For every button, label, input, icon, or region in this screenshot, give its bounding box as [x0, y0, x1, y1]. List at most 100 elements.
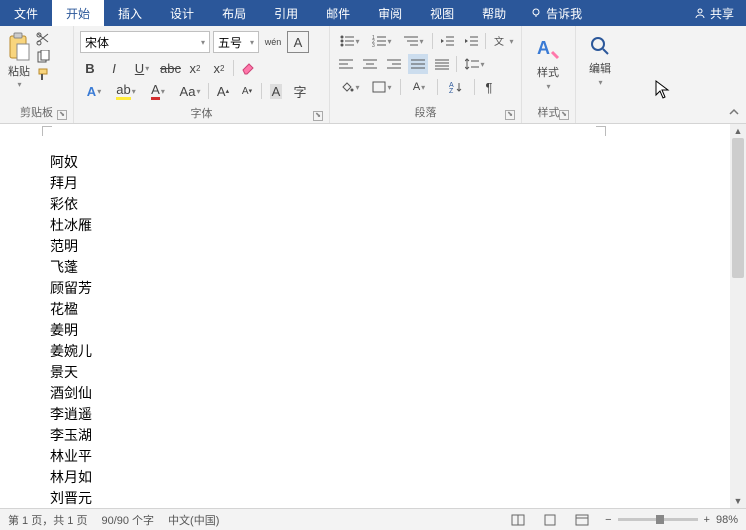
tell-me[interactable]: 告诉我: [520, 0, 592, 26]
scroll-up-button[interactable]: ▲: [734, 124, 743, 138]
zoom-out-button[interactable]: −: [605, 514, 611, 526]
increase-indent-button[interactable]: [461, 31, 481, 51]
word-count[interactable]: 90/90 个字: [101, 512, 154, 528]
tab-view[interactable]: 视图: [416, 0, 468, 26]
zoom-thumb[interactable]: [656, 515, 664, 524]
document-line[interactable]: 林月如: [50, 467, 92, 488]
align-center-button[interactable]: [360, 54, 380, 74]
grow-font-button[interactable]: A▴: [213, 81, 233, 101]
tab-review[interactable]: 审阅: [364, 0, 416, 26]
document-line[interactable]: 彩依: [50, 194, 92, 215]
tab-file[interactable]: 文件: [0, 0, 52, 26]
borders-button[interactable]: ▾: [368, 77, 396, 97]
distribute-button[interactable]: [432, 54, 452, 74]
zoom-level[interactable]: 98%: [716, 514, 738, 526]
borders-icon: [372, 81, 386, 93]
character-border-button[interactable]: A: [287, 31, 309, 53]
align-right-icon: [387, 58, 401, 70]
styles-button[interactable]: A 样式 ▾: [526, 28, 570, 97]
document-line[interactable]: 阿奴: [50, 152, 92, 173]
show-marks-button[interactable]: ¶: [479, 77, 499, 97]
document-line[interactable]: 景天: [50, 362, 92, 383]
document-line[interactable]: 李玉湖: [50, 425, 92, 446]
tab-mailings[interactable]: 邮件: [312, 0, 364, 26]
document-line[interactable]: 飞蓬: [50, 257, 92, 278]
document-line[interactable]: 花楹: [50, 299, 92, 320]
tab-home[interactable]: 开始: [52, 0, 104, 26]
text-direction-button[interactable]: 文▾: [490, 31, 518, 51]
document-line[interactable]: 范明: [50, 236, 92, 257]
tell-me-label: 告诉我: [546, 5, 582, 22]
document-line[interactable]: 李逍遥: [50, 404, 92, 425]
font-color-button[interactable]: A▾: [144, 81, 172, 101]
clipboard-launcher[interactable]: ⬊: [57, 110, 67, 120]
superscript-button[interactable]: x2: [209, 58, 229, 78]
web-layout-button[interactable]: [573, 512, 591, 528]
document-line[interactable]: 杜冰雁: [50, 215, 92, 236]
shrink-font-button[interactable]: A▾: [237, 81, 257, 101]
scroll-thumb[interactable]: [732, 138, 744, 278]
page-indicator[interactable]: 第 1 页，共 1 页: [8, 512, 87, 528]
clear-formatting-button[interactable]: [238, 58, 258, 78]
styles-label: 样式: [537, 64, 559, 80]
copy-button[interactable]: [36, 50, 52, 64]
zoom-in-button[interactable]: +: [704, 514, 710, 526]
document-line[interactable]: 林业平: [50, 446, 92, 467]
svg-text:文: 文: [494, 35, 504, 47]
tab-design[interactable]: 设计: [156, 0, 208, 26]
text-effects-button[interactable]: A▾: [80, 81, 108, 101]
scroll-down-button[interactable]: ▼: [734, 494, 743, 508]
phonetic-guide-button[interactable]: wén: [262, 31, 284, 53]
tab-references[interactable]: 引用: [260, 0, 312, 26]
document-line[interactable]: 姜明: [50, 320, 92, 341]
character-shading-button[interactable]: 字: [290, 81, 310, 101]
align-right-button[interactable]: [384, 54, 404, 74]
read-mode-button[interactable]: [509, 512, 527, 528]
line-spacing-button[interactable]: ▾: [461, 54, 489, 74]
document-line[interactable]: 刘晋元: [50, 488, 92, 508]
font-launcher[interactable]: ⬊: [313, 111, 323, 121]
collapse-ribbon-button[interactable]: [728, 106, 740, 118]
document-line[interactable]: 顾留芳: [50, 278, 92, 299]
paste-button[interactable]: 粘贴 ▾: [6, 32, 32, 89]
tab-help[interactable]: 帮助: [468, 0, 520, 26]
cut-button[interactable]: [36, 32, 52, 46]
italic-button[interactable]: I: [104, 58, 124, 78]
font-size-value: 五号: [218, 34, 242, 51]
numbering-button[interactable]: 123▾: [368, 31, 396, 51]
editing-button[interactable]: 编辑 ▾: [580, 28, 620, 93]
justify-button[interactable]: [408, 54, 428, 74]
document-area[interactable]: 阿奴拜月彩依杜冰雁范明飞蓬顾留芳花楹姜明姜婉儿景天酒剑仙李逍遥李玉湖林业平林月如…: [0, 124, 746, 508]
document-line[interactable]: 酒剑仙: [50, 383, 92, 404]
decrease-indent-button[interactable]: [437, 31, 457, 51]
share-button[interactable]: 共享: [682, 0, 746, 26]
document-line[interactable]: 拜月: [50, 173, 92, 194]
font-name-combo[interactable]: 宋体▾: [80, 31, 210, 53]
paragraph-launcher[interactable]: ⬊: [505, 110, 515, 120]
underline-button[interactable]: U▾: [128, 58, 156, 78]
highlight-button[interactable]: ab▾: [112, 81, 140, 101]
styles-launcher[interactable]: ⬊: [559, 110, 569, 120]
tab-insert[interactable]: 插入: [104, 0, 156, 26]
asian-layout-button[interactable]: A▾: [405, 77, 433, 97]
vertical-scrollbar[interactable]: ▲ ▼: [730, 124, 746, 508]
document-text[interactable]: 阿奴拜月彩依杜冰雁范明飞蓬顾留芳花楹姜明姜婉儿景天酒剑仙李逍遥李玉湖林业平林月如…: [50, 152, 92, 508]
format-painter-button[interactable]: [36, 68, 52, 82]
sort-button[interactable]: AZ: [442, 77, 470, 97]
character-scale-button[interactable]: Aa▾: [176, 81, 204, 101]
scroll-track[interactable]: [730, 138, 746, 494]
zoom-slider[interactable]: [618, 518, 698, 521]
align-left-button[interactable]: [336, 54, 356, 74]
language-indicator[interactable]: 中文(中国): [168, 512, 219, 528]
enclose-characters-button[interactable]: A: [266, 81, 286, 101]
bullets-button[interactable]: ▾: [336, 31, 364, 51]
font-size-combo[interactable]: 五号▾: [213, 31, 259, 53]
print-layout-button[interactable]: [541, 512, 559, 528]
strikethrough-button[interactable]: abc: [160, 58, 181, 78]
document-line[interactable]: 姜婉儿: [50, 341, 92, 362]
tab-layout[interactable]: 布局: [208, 0, 260, 26]
shading-button[interactable]: ▾: [336, 77, 364, 97]
multilevel-list-button[interactable]: ▾: [400, 31, 428, 51]
bold-button[interactable]: B: [80, 58, 100, 78]
subscript-button[interactable]: x2: [185, 58, 205, 78]
